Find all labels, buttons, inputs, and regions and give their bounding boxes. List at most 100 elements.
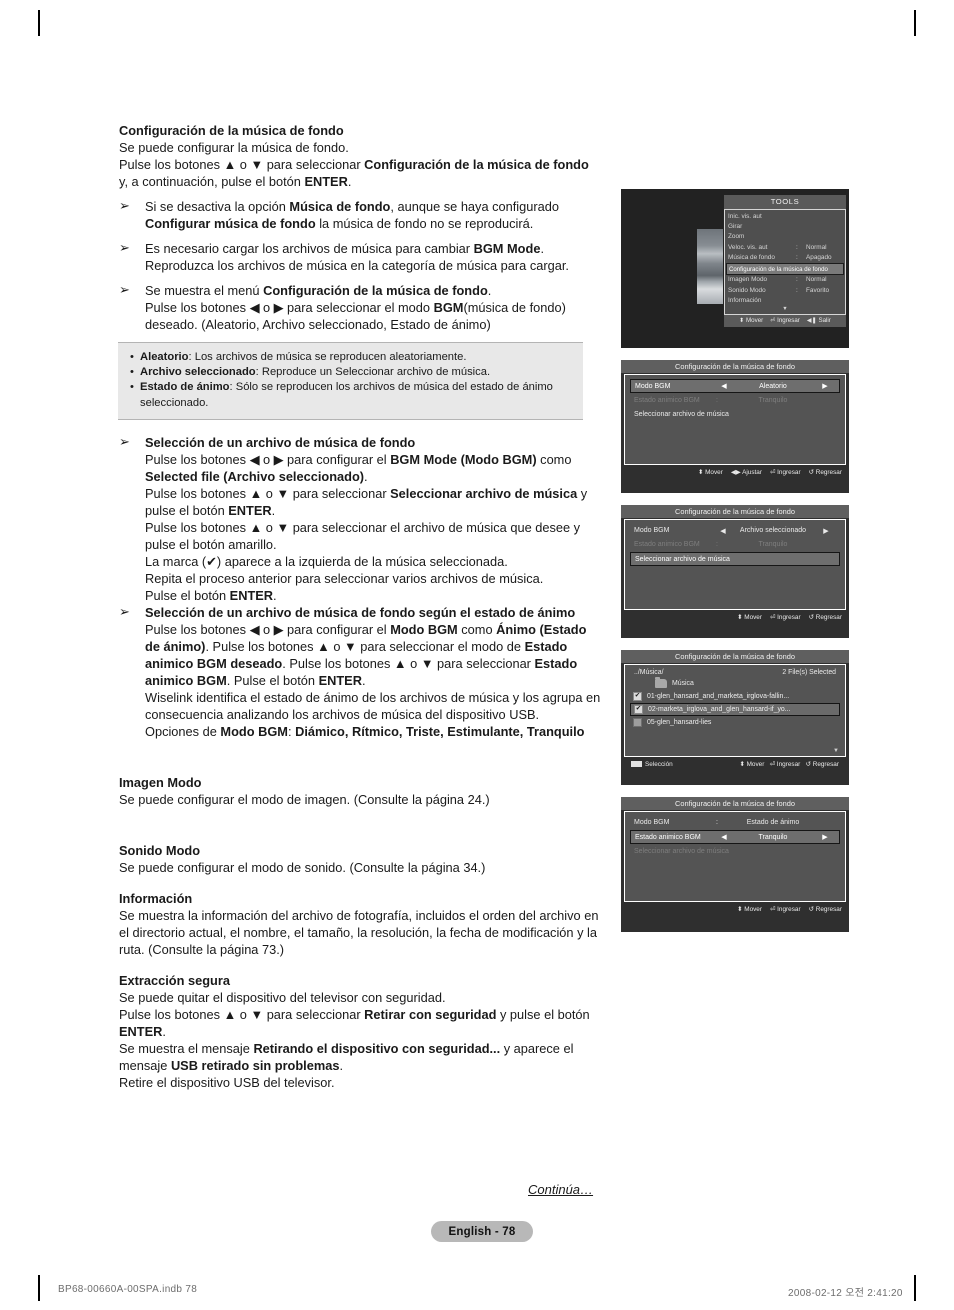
ex-l3a: Se muestra el mensaje [119, 1040, 254, 1056]
file-row[interactable]: ✔ 01-glen_hansard_and_marketa_irglova-fa… [630, 691, 840, 703]
b3d: Pulse los botones ◀ o ▶ para seleccionar… [145, 300, 434, 315]
bgm-row-modo-bgm[interactable]: Modo BGM ◀ Archivo seleccionado ▶ [630, 524, 840, 537]
tools-item-inic-vis-aut[interactable]: Inic. vis. aut [725, 212, 845, 222]
bgm-panel-body: Modo BGM : Estado de ánimo Estado animic… [624, 811, 846, 902]
tools-item-sonido-modo[interactable]: Sonido Modo : Favorito [725, 286, 845, 296]
chevron-right-icon[interactable]: ▶ [816, 527, 836, 535]
section-text-informacion: Se muestra la información del archivo de… [119, 907, 599, 957]
tools-item-value: Normal [806, 276, 827, 284]
file-row[interactable]: ✔ 02-marketa_irglova_and_glen_hansard-if… [630, 703, 840, 716]
bgm-panel-footer: ⬍ Mover ⏎ Ingresar ↺ Regresar [621, 902, 849, 916]
bgm-row-seleccionar-archivo[interactable]: Seleccionar archivo de música [630, 408, 840, 421]
chevron-left-icon[interactable]: ◀ [716, 527, 730, 535]
intro-2c: y, a continuación, pulse el botón [119, 174, 305, 189]
page-number-badge: English - 78 [431, 1221, 533, 1242]
b5l1j: ENTER [318, 672, 362, 688]
definition-text: : Los archivos de música se reproducen a… [188, 351, 467, 363]
bgm-panel-title: Configuración de la música de fondo [621, 505, 849, 518]
bgm-row-seleccionar-archivo[interactable]: Seleccionar archivo de música [630, 552, 840, 566]
tools-item-imagen-modo[interactable]: Imagen Modo : Normal [725, 275, 845, 285]
definition-estado-de-animo: • Estado de ánimo: Sólo se reproducen lo… [128, 380, 573, 410]
checkbox-icon[interactable]: ✔ [634, 705, 643, 714]
yellow-button-icon [631, 760, 642, 767]
scroll-down-icon[interactable]: ▼ [725, 306, 845, 313]
tools-item-girar[interactable]: Girar [725, 222, 845, 232]
tools-item-musica-de-fondo[interactable]: Música de fondo : Apagado [725, 253, 845, 263]
section-title-informacion: Información [119, 890, 193, 906]
ex-l1: Se puede quitar el dispositivo del telev… [119, 989, 446, 1005]
chevron-left-icon[interactable]: ◀ [717, 833, 731, 841]
b3c: . [487, 283, 492, 298]
photo-thumbnail [697, 229, 723, 304]
checkbox-icon[interactable]: ✔ [633, 692, 642, 701]
b4l2b: Seleccionar archivo de música [390, 485, 578, 501]
b4l2e: . [271, 502, 276, 518]
b4l6b: ENTER [229, 587, 274, 603]
tools-item-label: Imagen Modo [728, 276, 768, 284]
bgm-row-label: Modo BGM [634, 527, 670, 534]
folder-row-musica[interactable]: Música [625, 676, 845, 690]
ex-l2a: Pulse los botones ▲ o ▼ para seleccionar [119, 1006, 365, 1022]
tools-item-colon: : [796, 253, 798, 261]
b4l2d: ENTER [228, 502, 272, 518]
bgm-row-modo-bgm[interactable]: Modo BGM : Estado de ánimo [630, 816, 840, 829]
bgm-row-value: Tranquilo [758, 833, 788, 841]
file-row[interactable]: 05-glen_hansard-lies [630, 717, 840, 729]
tools-item-configuracion-musica-de-fondo[interactable]: Configuración de la música de fondo [726, 262, 844, 276]
tools-item-zoom[interactable]: Zoom [725, 232, 845, 242]
chevron-right-icon[interactable]: ▶ [815, 833, 835, 841]
footer-hint-mover: ⬍ Mover [697, 469, 723, 476]
bgm-row-label: Seleccionar archivo de música [635, 555, 730, 563]
page-title: Configuración de la música de fondo [119, 123, 344, 138]
ex-l2d: ENTER [119, 1023, 163, 1039]
bgm-panel-footer: ⬍ Mover ◀▶ Ajustar ⏎ Ingresar ↺ Regresar [621, 465, 849, 479]
footer-file-reference: BP68-00660A-00SPA.indb 78 [58, 1284, 198, 1295]
note-bullet-5: ➢ Selección de un archivo de música de f… [119, 604, 601, 740]
bgm-panel-body: Modo BGM ◀ Aleatorio ▶ Estado animico BG… [624, 374, 846, 465]
b5l3c: : [287, 723, 296, 739]
b4l1a: Pulse los botones ◀ o ▶ para configurar … [145, 451, 391, 467]
bgm-panel-body: Modo BGM ◀ Archivo seleccionado ▶ Estado… [624, 519, 846, 610]
b5l1k: . [361, 672, 366, 688]
b1d: Configurar música de fondo [145, 216, 316, 231]
bgm-row-estado-animico[interactable]: Estado animico BGM ◀ Tranquilo ▶ [630, 830, 840, 844]
checkbox-icon[interactable] [633, 718, 642, 727]
definition-term: Archivo seleccionado [140, 366, 256, 379]
b5l1e: . Pulse los botones ▲ o ▼ para seleccion… [205, 638, 525, 654]
bgm-row-label: Estado animico BGM [634, 397, 700, 404]
b4l1e: . [364, 468, 368, 484]
b1c: , aunque se haya configurado [390, 199, 559, 214]
bgm-row-label: Seleccionar archivo de música [634, 848, 729, 855]
footer-hint-mover: ⬍ Mover [739, 761, 765, 768]
tools-item-veloc-vis-aut[interactable]: Veloc. vis. aut : Normal [725, 243, 845, 253]
section-text-sonido-modo: Se puede configurar el modo de sonido. (… [119, 859, 486, 875]
intro-2d: ENTER [304, 174, 348, 189]
bgm-panel-footer: ⬍ Mover ⏎ Ingresar ↺ Regresar [621, 610, 849, 624]
tools-item-colon: : [796, 243, 798, 251]
note-bullet-3: ➢ Se muestra el menú Configuración de la… [119, 282, 601, 333]
tv-screen-bgm-selected-file: Configuración de la música de fondo Modo… [621, 505, 849, 638]
footer-hint-regresar: ↺ Regresar [808, 469, 842, 476]
chevron-right-icon[interactable]: ▶ [815, 382, 835, 390]
scroll-down-icon[interactable]: ▼ [833, 748, 839, 754]
footer-hint-regresar: ↺ Regresar [808, 906, 842, 913]
crop-mark-bottom-right [914, 1275, 916, 1301]
file-browser-footer: Selección ⬍ Mover ⏎ Ingresar ↺ Regresar [621, 757, 849, 771]
bgm-row-modo-bgm[interactable]: Modo BGM ◀ Aleatorio ▶ [630, 379, 840, 393]
tools-item-label: Veloc. vis. aut [728, 243, 768, 251]
ex-l3e: . [339, 1057, 344, 1073]
bullet-dot-icon: • [130, 351, 134, 363]
footer-timestamp: 2008-02-12 오전 2:41:20 [788, 1288, 903, 1299]
intro-2a: Pulse los botones ▲ o ▼ para seleccionar [119, 157, 365, 172]
chevron-left-icon[interactable]: ◀ [717, 382, 731, 390]
bullet-dot-icon: • [130, 381, 134, 394]
ex-l2c: y pulse el botón [496, 1006, 590, 1022]
b4l2a: Pulse los botones ▲ o ▼ para seleccionar [145, 485, 391, 501]
tools-item-informacion[interactable]: Información [725, 296, 845, 306]
ex-l3d: USB retirado sin problemas [170, 1057, 340, 1073]
bgm-row-value: Tranquilo [758, 541, 788, 548]
bgm-row-value: Estado de ánimo [746, 819, 800, 826]
tools-item-value: Normal [806, 243, 827, 251]
tools-item-value: Apagado [806, 253, 832, 261]
footer-hint-ingresar: ⏎ Ingresar [770, 317, 800, 325]
